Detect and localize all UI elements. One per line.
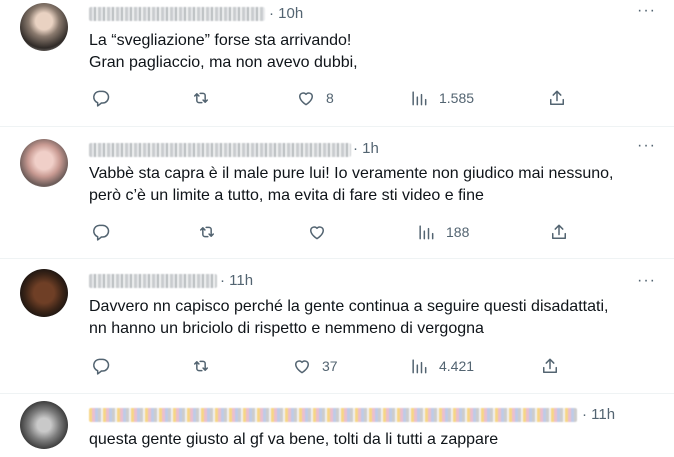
tweet[interactable]: · 11h questa gente giusto al gf va bene,… (0, 394, 674, 457)
reply-button[interactable] (91, 220, 121, 244)
heart-icon (310, 226, 324, 240)
views-icon (412, 91, 427, 106)
username-blurred[interactable] (89, 7, 265, 21)
reply-button[interactable] (91, 86, 121, 110)
more-icon[interactable]: ··· (637, 2, 656, 20)
avatar[interactable] (20, 401, 68, 449)
tweet-actions: 37 4.421 (89, 354, 654, 378)
heart-icon (295, 360, 309, 374)
retweet-icon (194, 360, 208, 372)
views-count: 4.421 (439, 358, 475, 374)
reply-button[interactable] (91, 354, 121, 378)
more-icon[interactable]: ··· (637, 137, 656, 155)
avatar[interactable] (20, 269, 68, 317)
like-button[interactable]: 37 (292, 354, 338, 378)
share-button[interactable] (549, 220, 569, 244)
tweet[interactable]: · 1h ··· Vabbè sta capra è il male pure … (0, 127, 674, 259)
share-button[interactable] (547, 86, 567, 110)
tweet-text: Vabbè sta capra è il male pure lui! Io v… (89, 165, 614, 204)
reply-icon (93, 224, 110, 241)
retweet-button[interactable] (191, 354, 221, 378)
views-count: 188 (446, 224, 470, 240)
tweet-text: Davvero nn capisco perché la gente conti… (89, 298, 609, 337)
username-blurred[interactable] (89, 274, 217, 288)
retweet-button[interactable] (191, 86, 221, 110)
avatar[interactable] (20, 139, 68, 187)
views-button[interactable]: 188 (416, 220, 469, 244)
views-icon (412, 359, 427, 374)
heart-icon (299, 92, 313, 106)
username-blurred[interactable] (89, 143, 351, 157)
tweet-time[interactable]: · 11h (220, 272, 253, 289)
views-icon (419, 225, 434, 240)
like-count: 37 (322, 358, 338, 374)
share-icon (550, 90, 564, 105)
tweet-time[interactable]: · 1h (353, 140, 379, 157)
retweet-icon (200, 226, 214, 238)
views-count: 1.585 (439, 90, 475, 106)
share-icon (543, 358, 557, 373)
retweet-button[interactable] (197, 220, 227, 244)
like-count: 8 (326, 90, 334, 106)
tweet-time[interactable]: · 10h (269, 5, 303, 22)
tweet-text: questa gente giusto al gf va bene, tolti… (89, 431, 499, 448)
tweet-text: La “svegliazione” forse sta arrivando! G… (89, 32, 358, 71)
tweet[interactable]: · 10h ··· La “svegliazione” forse sta ar… (0, 0, 674, 127)
username-blurred[interactable] (89, 408, 577, 422)
tweet-time[interactable]: · 11h (582, 406, 615, 423)
tweet-actions: 188 (89, 220, 654, 244)
share-icon (552, 224, 566, 239)
like-button[interactable]: 8 (296, 86, 334, 110)
reply-icon (93, 90, 110, 107)
views-button[interactable]: 4.421 (409, 354, 474, 378)
tweet[interactable]: · 11h ··· Davvero nn capisco perché la g… (0, 259, 674, 394)
tweet-actions: 8 1.585 (89, 86, 654, 110)
views-button[interactable]: 1.585 (409, 86, 474, 110)
share-button[interactable] (540, 354, 560, 378)
reply-icon (93, 358, 110, 375)
more-icon[interactable]: ··· (637, 272, 656, 290)
avatar[interactable] (20, 3, 68, 51)
like-button[interactable] (307, 220, 337, 244)
retweet-icon (194, 92, 208, 104)
